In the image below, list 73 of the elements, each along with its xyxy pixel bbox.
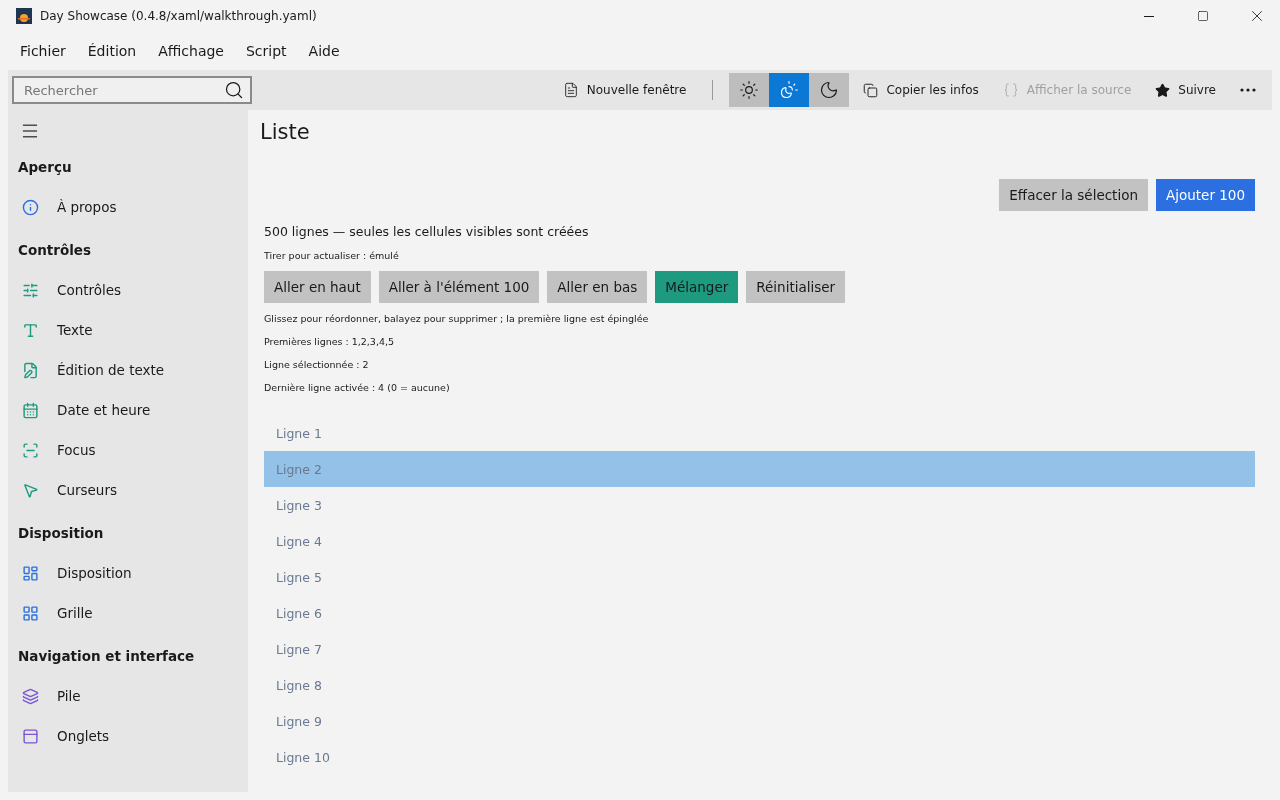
star-icon	[1155, 82, 1171, 98]
sidebar-item[interactable]: Contrôles	[8, 270, 248, 310]
list-row[interactable]: Ligne 10	[264, 739, 1255, 775]
list-row[interactable]: Ligne 3	[264, 487, 1255, 523]
tabs-icon	[22, 727, 39, 745]
braces-icon	[1002, 82, 1019, 98]
action-button[interactable]: Réinitialiser	[746, 271, 846, 303]
list-row[interactable]: Ligne 1	[264, 415, 1255, 451]
action-button[interactable]: Aller à l'élément 100	[378, 271, 540, 303]
maximize-icon	[1197, 10, 1209, 22]
search-field[interactable]: Rechercher	[12, 76, 252, 104]
menu-item[interactable]: Affichage	[148, 39, 234, 63]
section-heading: Disposition	[17, 524, 105, 543]
stack-icon	[22, 687, 39, 705]
menu-item[interactable]: Édition	[77, 39, 147, 63]
contrast-icon	[779, 80, 800, 100]
pull-status-text: Tirer pour actualiser : émulé	[264, 250, 400, 261]
cursor-icon	[22, 481, 39, 499]
summary-text: 500 lignes — seules les cellules visibles sont créées	[264, 224, 590, 239]
info-text: Premières lignes : 1,2,3,4,5	[264, 336, 396, 347]
sidebar-item[interactable]: À propos	[8, 187, 248, 227]
action-button[interactable]: Aller en bas	[547, 271, 648, 303]
app-logo-icon	[16, 8, 32, 24]
info-text: Glissez pour réordonner, balayez pour supprimer ; la première ligne est épinglée	[264, 313, 650, 324]
action-button[interactable]: Effacer la sélection	[999, 179, 1148, 211]
sidebar-item[interactable]: Onglets	[8, 716, 248, 756]
sliders-icon	[22, 281, 39, 299]
layout-icon	[22, 564, 39, 582]
grid-icon	[22, 604, 39, 622]
sidebar-item[interactable]: Texte	[8, 310, 248, 350]
info-text: Ligne sélectionnée : 2	[264, 359, 370, 370]
document-icon	[562, 82, 579, 98]
menu-item[interactable]: Script	[236, 39, 297, 63]
document-edit-icon	[22, 361, 39, 379]
list-row[interactable]: Ligne 6	[264, 595, 1255, 631]
focus-icon	[22, 441, 39, 459]
list-row[interactable]: Ligne 7	[264, 631, 1255, 667]
sidebar-item[interactable]: Date et heure	[8, 390, 248, 430]
minimize-icon	[1144, 15, 1154, 17]
section-heading: Navigation et interface	[17, 647, 196, 666]
sun-icon	[739, 80, 760, 100]
text-icon	[22, 321, 39, 339]
menu-item[interactable]: Fichier	[10, 39, 76, 63]
info-icon	[22, 198, 39, 216]
sidebar-item[interactable]: Grille	[8, 593, 248, 633]
action-button[interactable]: Ajouter 100	[1156, 179, 1255, 211]
section-heading: Contrôles	[17, 241, 92, 260]
action-button[interactable]: Aller en haut	[264, 271, 371, 303]
list-row[interactable]: Ligne 4	[264, 523, 1255, 559]
calendar-icon	[22, 401, 39, 419]
action-button[interactable]: Mélanger	[655, 271, 739, 303]
follow-button[interactable]: Suivre	[1143, 73, 1228, 107]
sidebar-item[interactable]: Curseurs	[8, 470, 248, 510]
list-row[interactable]: Ligne 9	[264, 703, 1255, 739]
sidebar-item[interactable]: Édition de texte	[8, 350, 248, 390]
new-window-button[interactable]: Nouvelle fenêtre	[550, 73, 699, 107]
copy-icon	[863, 82, 879, 98]
list-row[interactable]: Ligne 8	[264, 667, 1255, 703]
info-text: Dernière ligne activée : 4 (0 = aucune)	[264, 382, 451, 393]
list-row[interactable]: Ligne 5	[264, 559, 1255, 595]
more-icon	[1240, 88, 1256, 92]
search-icon	[224, 80, 244, 100]
sidebar-item[interactable]: Focus	[8, 430, 248, 470]
sidebar-item[interactable]: Disposition	[8, 553, 248, 593]
copy-info-button[interactable]: Copier les infos	[851, 73, 991, 107]
menu-item[interactable]: Aide	[298, 39, 350, 63]
page-title: Liste	[260, 120, 311, 144]
sidebar-item[interactable]: Pile	[8, 676, 248, 716]
moon-icon	[819, 80, 840, 100]
section-heading: Aperçu	[17, 158, 73, 177]
theme-button[interactable]	[809, 73, 850, 107]
window-title: Day Showcase (0.4.8/xaml/walkthrough.yaml)	[40, 9, 318, 23]
theme-button[interactable]	[729, 73, 770, 107]
